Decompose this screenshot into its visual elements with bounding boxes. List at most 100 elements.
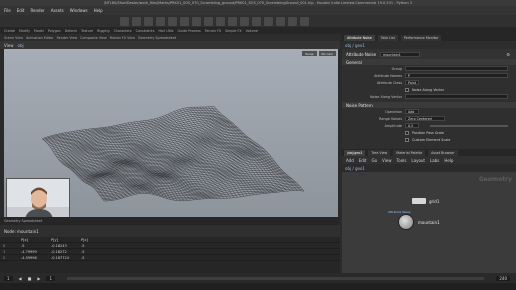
tab-attribute-noise[interactable]: Attribute Noise: [344, 34, 375, 41]
network-menu-go[interactable]: Go: [372, 158, 378, 163]
file-tool-icon[interactable]: [300, 16, 309, 26]
frame-current[interactable]: 1: [46, 275, 56, 281]
amplitude-field[interactable]: 0.5: [405, 123, 419, 128]
network-menu-view[interactable]: View: [382, 158, 392, 163]
column-header[interactable]: P[y]: [48, 238, 78, 242]
window-title: /NTL60/ShortDealer/work_files/Maths/PRK0…: [103, 1, 413, 5]
path-tool-icon[interactable]: [228, 16, 237, 26]
timeline-slider[interactable]: [67, 276, 485, 280]
shelf-tab-model[interactable]: Model: [34, 29, 44, 33]
no-cam-button[interactable]: No cam: [318, 51, 336, 56]
network-menu-labs[interactable]: Labs: [430, 158, 439, 163]
torus-tool-icon[interactable]: [156, 16, 165, 26]
attribute-noise-node-icon[interactable]: [398, 214, 414, 230]
menu-edit[interactable]: Edit: [17, 8, 25, 13]
viewport-path[interactable]: obj: [18, 43, 24, 48]
curve-tool-icon[interactable]: [216, 16, 225, 26]
menu-assets[interactable]: Assets: [51, 8, 64, 13]
shelf-tab-terrain-fx[interactable]: Terrain FX: [205, 29, 221, 33]
shelf-tab-volume[interactable]: Volume: [246, 29, 258, 33]
shelf-tabs: Create Modify Model Polygon Deform Textu…: [0, 27, 516, 34]
amplitude-slider[interactable]: [430, 124, 508, 127]
spray-paint-tool-icon[interactable]: [240, 16, 249, 26]
range-values-select[interactable]: Zero Centered: [405, 116, 445, 121]
group-field[interactable]: [405, 66, 508, 71]
tab-motion-fx-view[interactable]: Motion FX View: [110, 36, 135, 40]
null-tool-icon[interactable]: [180, 16, 189, 26]
shelf-tab-constraints[interactable]: Constraints: [136, 29, 155, 33]
param-label: Range Values: [379, 116, 402, 121]
l-system-tool-icon[interactable]: [276, 16, 285, 26]
tab-composite-view[interactable]: Composite View: [80, 36, 106, 40]
column-header[interactable]: P[x]: [18, 238, 48, 242]
tab-performance-monitor[interactable]: Performance Monitor: [400, 34, 442, 41]
frame-start[interactable]: 1: [4, 275, 13, 281]
spreadsheet-tabs: Geometry Spreadsheet: [0, 217, 340, 225]
frame-end[interactable]: 240: [496, 275, 510, 281]
attribute-class-select[interactable]: Point: [405, 80, 419, 85]
custom-element-scale-checkbox[interactable]: [405, 137, 409, 142]
tab-scene-view[interactable]: Scene View: [4, 36, 23, 40]
circle-tool-icon[interactable]: [204, 16, 213, 26]
param-label: Attribute Class: [377, 80, 402, 85]
shelf-tab-create[interactable]: Create: [4, 29, 15, 33]
node-grid1[interactable]: grid1: [412, 198, 439, 204]
gear-icon[interactable]: ⚙: [506, 52, 510, 57]
tube-tool-icon[interactable]: [144, 16, 153, 26]
line-tool-icon[interactable]: [192, 16, 201, 26]
menu-windows[interactable]: Windows: [70, 8, 88, 13]
platonic-tool-icon[interactable]: [264, 16, 273, 26]
tab-network[interactable]: /obj/geo1: [344, 149, 366, 156]
menu-render[interactable]: Render: [30, 8, 44, 13]
table-row[interactable]: 2 -4.59998 -0.187724 -5: [0, 255, 340, 261]
operation-select[interactable]: Add: [405, 109, 419, 114]
shelf-tab-modify[interactable]: Modify: [19, 29, 30, 33]
tab-take-list[interactable]: Take List: [377, 34, 398, 41]
column-header[interactable]: P[z]: [78, 238, 108, 242]
attribute-names-field[interactable]: P: [405, 73, 508, 78]
network-menu-edit[interactable]: Edit: [359, 158, 367, 163]
tab-geometry-spreadsheet-lower[interactable]: Geometry Spreadsheet: [4, 219, 42, 223]
font-tool-icon[interactable]: [252, 16, 261, 26]
node-name-field[interactable]: mountain1: [380, 51, 421, 57]
network-menu-layout[interactable]: Layout: [411, 158, 425, 163]
noise-along-vector-checkbox[interactable]: [405, 87, 409, 92]
table-cell: -0.18272: [51, 249, 67, 254]
position-pass-scale-checkbox[interactable]: [405, 130, 409, 135]
network-menu-tools[interactable]: Tools: [397, 158, 407, 163]
tab-material-palette[interactable]: Material Palette: [393, 149, 426, 156]
shelf-tab-texture[interactable]: Texture: [81, 29, 93, 33]
shelf-tab-simple-fx[interactable]: Simple FX: [225, 29, 241, 33]
tab-tree-view[interactable]: Tree View: [368, 149, 391, 156]
geometry-spreadsheet[interactable]: P[x] P[y] P[z] 0 -5 -0.18243 -5 1 -4.799…: [0, 237, 340, 273]
persp-button[interactable]: Persp: [302, 51, 317, 56]
grid-tool-icon[interactable]: [168, 16, 177, 26]
stop-icon[interactable]: ■: [28, 276, 32, 281]
tab-render-view[interactable]: Render View: [57, 36, 78, 40]
tab-asset-browser[interactable]: Asset Browser: [428, 149, 458, 156]
shelf-tab-characters[interactable]: Characters: [114, 29, 132, 33]
vector-field[interactable]: [405, 94, 508, 99]
param-group: Group: [342, 65, 516, 72]
play-icon[interactable]: ▶: [37, 276, 40, 281]
shelf-tab-guide-process[interactable]: Guide Process: [178, 29, 201, 33]
sphere-tool-icon[interactable]: [132, 16, 141, 26]
shelf-tab-polygon[interactable]: Polygon: [48, 29, 61, 33]
tab-geometry-spreadsheet[interactable]: Geometry Spreadsheet: [138, 36, 176, 40]
box-tool-icon[interactable]: [120, 16, 129, 26]
parameter-path-text[interactable]: obj / geo1: [345, 43, 365, 48]
metaball-tool-icon[interactable]: [288, 16, 297, 26]
shelf-tab-hair-utils[interactable]: Hair Utils: [158, 29, 173, 33]
play-reverse-icon[interactable]: ◀: [19, 276, 22, 281]
grid-node-icon[interactable]: [412, 198, 426, 204]
tab-animation-editor[interactable]: Animation Editor: [26, 36, 54, 40]
node-mountain1[interactable]: mountain1: [398, 214, 440, 230]
shelf-tab-deform[interactable]: Deform: [65, 29, 77, 33]
network-menu-help[interactable]: Help: [444, 158, 453, 163]
network-menu-add[interactable]: Add: [346, 158, 354, 163]
network-editor[interactable]: Geometry grid1 Attribute Noise mountain1: [342, 172, 516, 273]
shelf-tab-rigging[interactable]: Rigging: [97, 29, 110, 33]
menu-file[interactable]: File: [4, 8, 11, 13]
network-path-text[interactable]: obj / geo1: [345, 166, 365, 171]
menu-help[interactable]: Help: [94, 8, 103, 13]
